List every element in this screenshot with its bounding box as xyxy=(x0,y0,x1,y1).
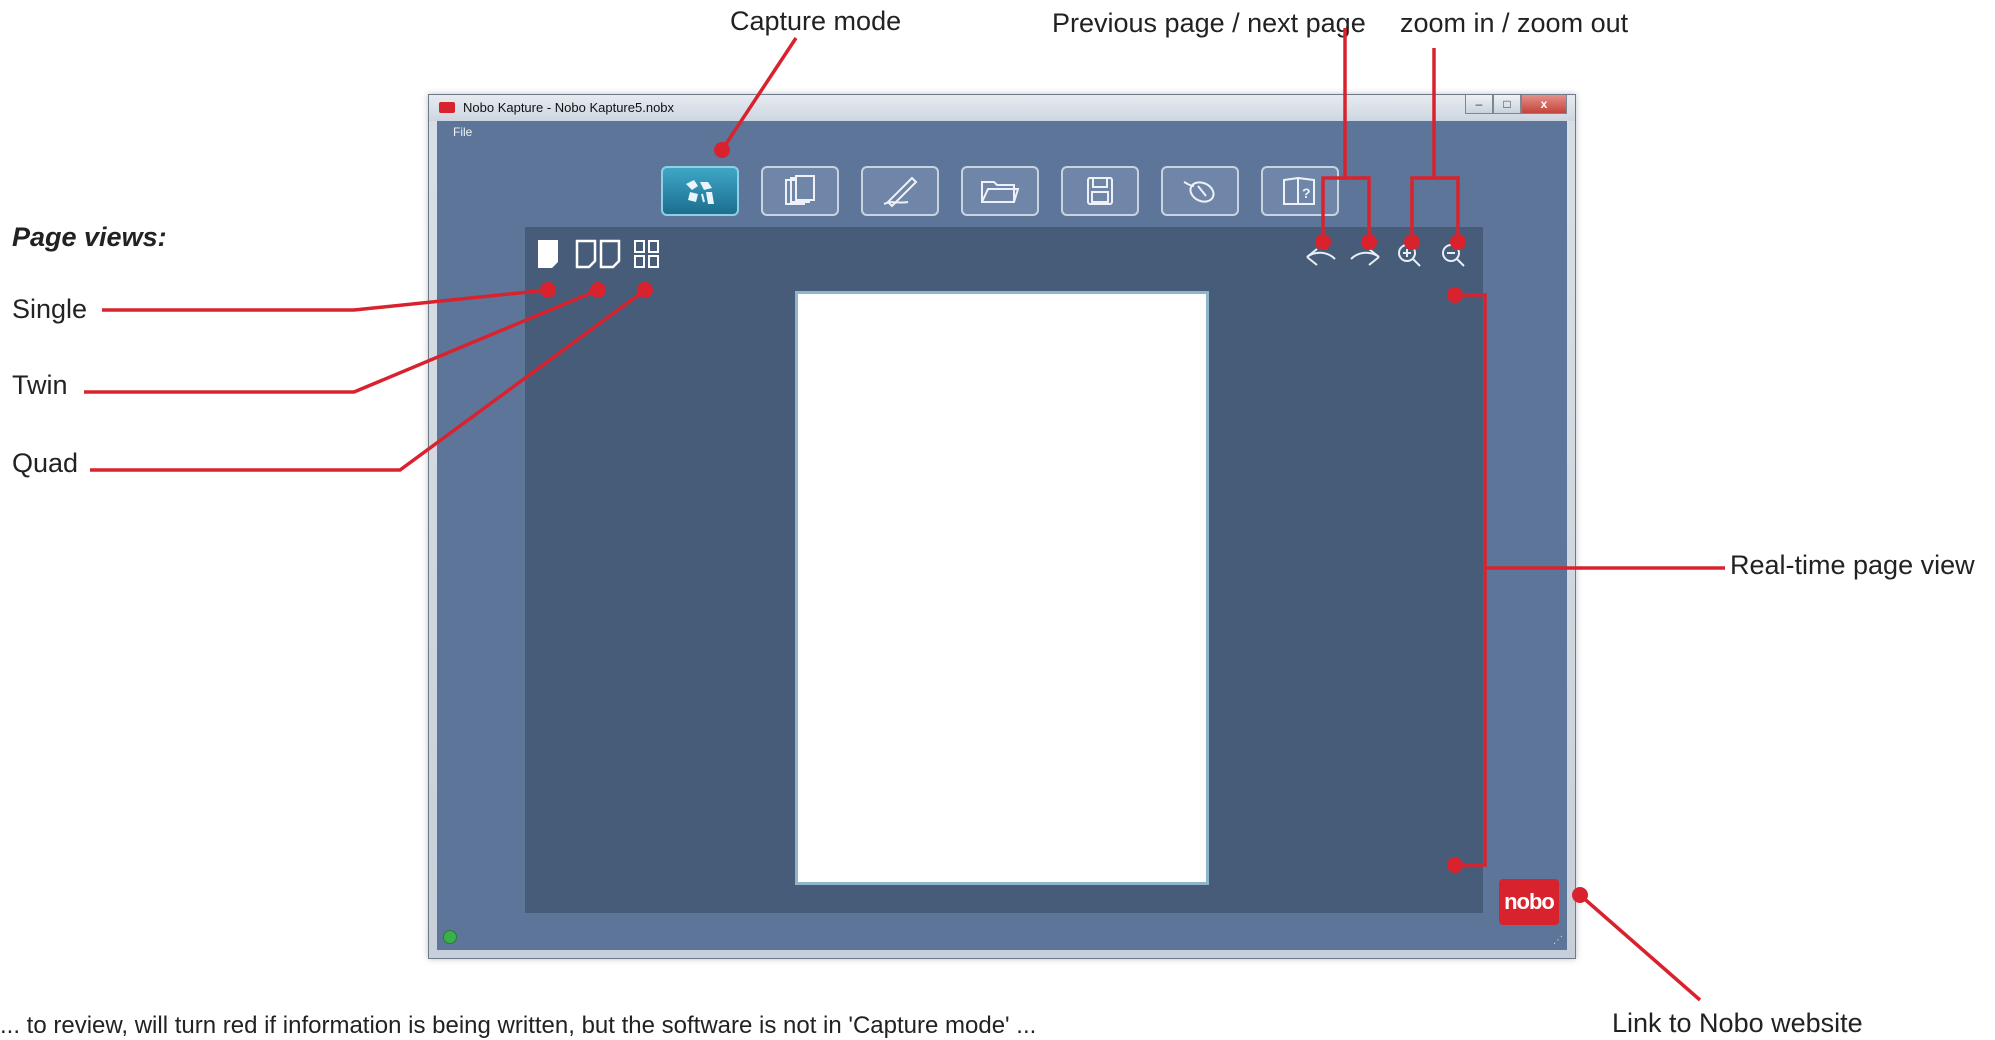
client-area: File ? nobo ⋰ xyxy=(437,121,1567,950)
twin-callout: Twin xyxy=(12,370,68,400)
help-button[interactable]: ? xyxy=(1261,166,1339,216)
capture-mode-icon xyxy=(686,180,714,204)
folder-icon xyxy=(981,181,1020,203)
status-icon xyxy=(443,930,457,944)
mouse-mode-button[interactable] xyxy=(1161,166,1239,216)
window-title: Nobo Kapture - Nobo Kapture5.nobx xyxy=(463,100,675,115)
app-logo-icon xyxy=(439,102,455,113)
next-page-icon[interactable] xyxy=(1347,239,1383,269)
zoom-callout: zoom in / zoom out xyxy=(1400,8,1629,38)
nobo-website-link[interactable]: nobo xyxy=(1499,879,1559,925)
workspace xyxy=(525,227,1483,913)
page-views-heading: Page views: xyxy=(12,222,167,252)
realtime-page-view xyxy=(795,291,1209,885)
twin-page-view-icon[interactable] xyxy=(575,239,621,269)
prev-next-callout: Previous page / next page xyxy=(1052,8,1366,38)
open-folder-button[interactable] xyxy=(961,166,1039,216)
help-book-icon: ? xyxy=(1283,176,1315,205)
capture-mode-callout: Capture mode xyxy=(730,6,902,36)
save-icon xyxy=(1087,177,1113,205)
mouse-icon xyxy=(1183,181,1215,203)
pen-button[interactable] xyxy=(861,166,939,216)
realtime-callout: Real-time page view xyxy=(1730,550,1975,580)
main-toolbar: ? xyxy=(661,166,1339,216)
menu-file[interactable]: File xyxy=(453,125,472,139)
previous-page-icon[interactable] xyxy=(1303,239,1339,269)
svg-text:?: ? xyxy=(1302,185,1311,201)
quad-page-view-icon[interactable] xyxy=(633,239,661,269)
resize-grip-icon[interactable]: ⋰ xyxy=(1553,935,1563,946)
pages-button[interactable] xyxy=(761,166,839,216)
footnote-text: ... to review, will turn red if informat… xyxy=(0,1012,1037,1039)
menu-bar: File xyxy=(437,121,1567,141)
zoom-out-icon[interactable] xyxy=(1439,239,1467,269)
quad-callout: Quad xyxy=(12,448,79,478)
save-button[interactable] xyxy=(1061,166,1139,216)
pen-icon xyxy=(883,176,918,208)
window-controls: – □ x xyxy=(1465,95,1567,114)
app-window: Nobo Kapture - Nobo Kapture5.nobx – □ x … xyxy=(428,94,1576,959)
single-page-view-icon[interactable] xyxy=(537,239,559,269)
single-callout: Single xyxy=(12,294,88,324)
pages-icon xyxy=(785,175,815,205)
nobo-website-callout: Link to Nobo website xyxy=(1612,1008,1863,1038)
title-bar[interactable]: Nobo Kapture - Nobo Kapture5.nobx – □ x xyxy=(429,95,1575,121)
zoom-in-icon[interactable] xyxy=(1395,239,1423,269)
close-button[interactable]: x xyxy=(1521,95,1567,114)
maximize-button[interactable]: □ xyxy=(1493,95,1521,114)
minimize-button[interactable]: – xyxy=(1465,95,1493,114)
capture-mode-button[interactable] xyxy=(661,166,739,216)
